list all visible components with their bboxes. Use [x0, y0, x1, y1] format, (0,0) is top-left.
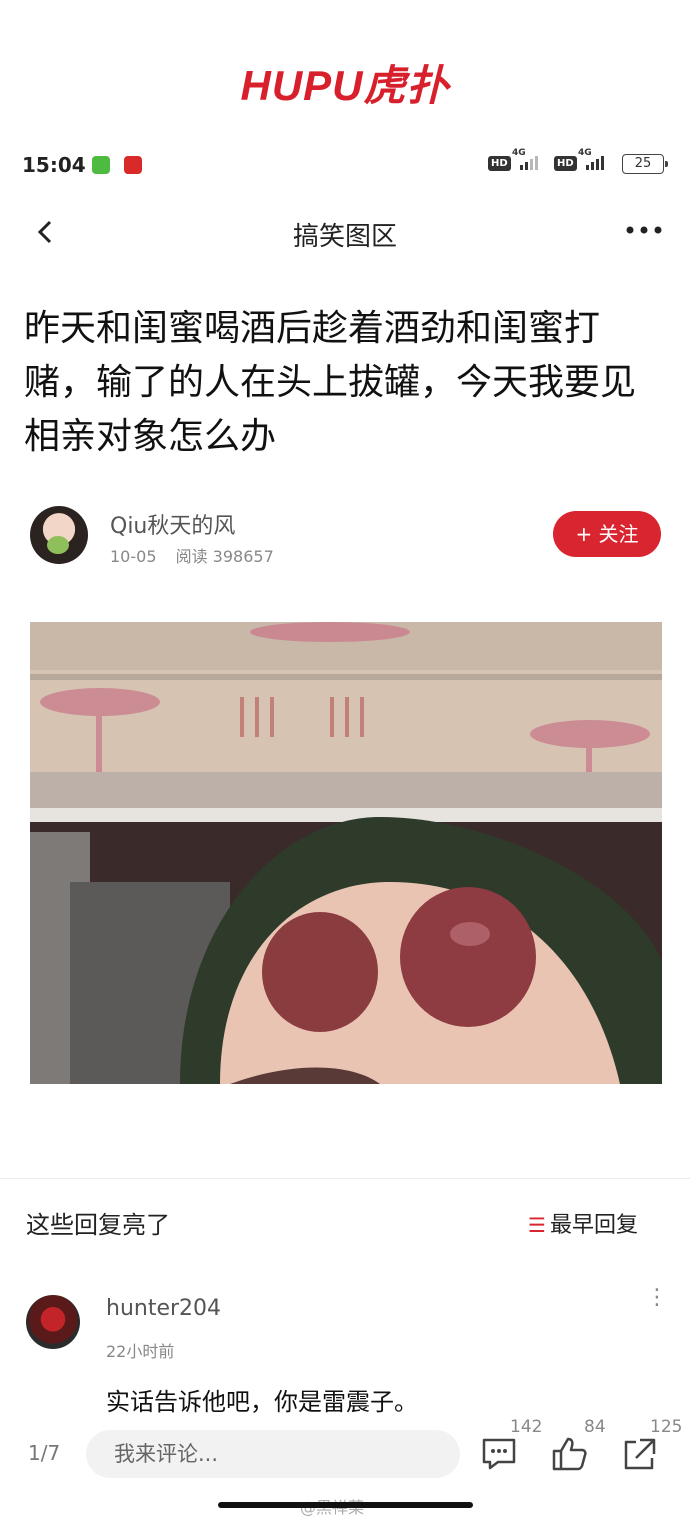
signal-icon-1	[520, 154, 538, 170]
sort-icon: ☰	[528, 1213, 546, 1237]
author-name[interactable]: Qiu秋天的风	[110, 508, 235, 540]
comment-time: 22小时前	[106, 1342, 175, 1361]
status-bar: 15:04 HD 4G HD 4G 25	[0, 146, 690, 186]
share-button[interactable]	[620, 1436, 660, 1472]
more-button[interactable]	[624, 215, 664, 252]
follow-button[interactable]: + 关注	[553, 511, 661, 557]
hd-badge-1: HD	[488, 156, 511, 171]
hupu-logo: HUPU虎扑	[240, 62, 450, 109]
battery-icon: 25	[622, 154, 668, 174]
sort-label: 最早回复	[549, 1213, 638, 1238]
post-views: 阅读 398657	[175, 547, 274, 566]
like-count: 84	[584, 1417, 606, 1437]
wechat-icon	[92, 156, 110, 174]
vertical-dots-icon: ⋮	[646, 1285, 668, 1310]
share-count: 125	[650, 1417, 683, 1437]
section-divider	[0, 1178, 690, 1179]
thumbs-up-icon	[552, 1437, 587, 1471]
app-notification-icon	[124, 156, 142, 174]
more-dots-icon	[626, 226, 662, 234]
author-avatar[interactable]	[30, 506, 88, 564]
like-button[interactable]	[550, 1436, 590, 1472]
signal-icon-2	[586, 154, 604, 170]
page-title: 搞笑图区	[292, 222, 397, 252]
page-indicator: 1/7	[28, 1441, 61, 1465]
sort-button[interactable]: ☰ 最早回复	[528, 1207, 638, 1239]
post-meta: 10-05 阅读 398657	[110, 543, 274, 567]
replies-section-title: 这些回复亮了	[26, 1211, 170, 1239]
comment-username[interactable]: hunter204	[106, 1296, 221, 1321]
post-date: 10-05	[110, 547, 157, 566]
share-icon	[624, 1438, 656, 1470]
comment-more-button[interactable]: ⋮	[646, 1287, 668, 1309]
comment-text: 实话告诉他吧，你是雷震子。	[106, 1388, 418, 1416]
status-time: 15:04	[22, 153, 86, 177]
comment-bubble-icon	[482, 1438, 516, 1470]
post-title: 昨天和闺蜜喝酒后趁着酒劲和闺蜜打赌，输了的人在头上拔罐，今天我要见相亲对象怎么办	[24, 308, 637, 457]
comment-avatar[interactable]	[26, 1295, 80, 1349]
comment-count: 142	[510, 1417, 543, 1437]
post-photo-graphic	[30, 622, 662, 1084]
hd-badge-2: HD	[554, 156, 577, 171]
comment-input[interactable]: 我来评论...	[86, 1430, 460, 1478]
comment-button[interactable]	[480, 1436, 520, 1472]
home-indicator[interactable]	[218, 1502, 473, 1508]
post-photo[interactable]	[30, 622, 662, 1084]
